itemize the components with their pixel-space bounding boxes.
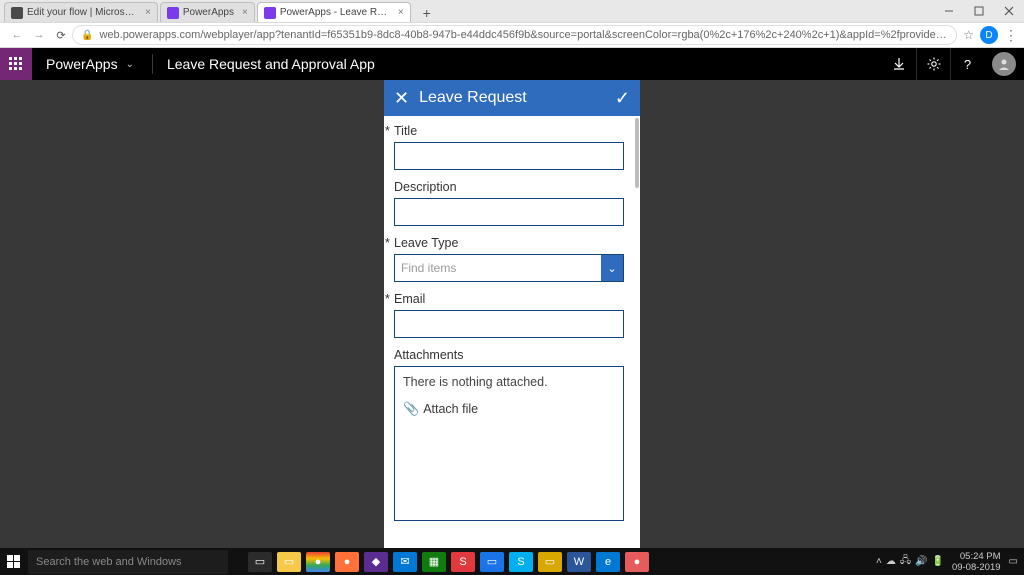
forward-button[interactable]: →	[28, 24, 50, 46]
paperclip-icon: 📎	[403, 401, 419, 417]
maximize-button[interactable]	[964, 0, 994, 22]
tray-network-icon[interactable]: 🖧	[900, 553, 911, 570]
edge-icon[interactable]: e	[596, 552, 620, 572]
tray-battery-icon[interactable]: 🔋	[931, 556, 943, 567]
taskbar-search-placeholder: Search the web and Windows	[36, 556, 182, 568]
flow-favicon	[11, 7, 23, 19]
snagit-icon[interactable]: S	[451, 552, 475, 572]
app-icon[interactable]: ●	[625, 552, 649, 572]
browser-tab-strip: Edit your flow | Microsoft Flow × PowerA…	[0, 0, 1024, 22]
profile-avatar[interactable]: D	[980, 26, 998, 44]
app-canvas: ✕ Leave Request ✓ * Title Description	[0, 80, 1024, 548]
lock-icon: 🔒	[81, 30, 93, 41]
taskbar-apps: ▭ ▭ ● ● ◆ ✉ ▦ S ▭ S ▭ W e ●	[248, 552, 649, 572]
description-label: Description	[394, 180, 624, 194]
firefox-icon[interactable]: ●	[335, 552, 359, 572]
powerapps-brand[interactable]: PowerApps ⌄	[32, 56, 146, 72]
chrome-icon[interactable]: ●	[306, 552, 330, 572]
reload-button[interactable]: ⟳	[50, 24, 72, 46]
app-launcher-icon[interactable]	[0, 48, 32, 80]
title-label: * Title	[394, 124, 624, 138]
email-input[interactable]	[394, 310, 624, 338]
browser-tab[interactable]: Edit your flow | Microsoft Flow ×	[4, 2, 158, 22]
avatar-letter: D	[985, 30, 992, 41]
visual-studio-icon[interactable]: ◆	[364, 552, 388, 572]
tab-title: PowerApps - Leave Request and	[280, 7, 390, 18]
close-tab-icon[interactable]: ×	[145, 7, 151, 18]
close-tab-icon[interactable]: ×	[398, 7, 404, 18]
required-star: *	[385, 292, 390, 306]
leave-type-search[interactable]	[395, 255, 601, 281]
tray-caret-icon[interactable]: ˄	[876, 556, 882, 567]
sticky-notes-icon[interactable]: ▭	[538, 552, 562, 572]
taskbar-clock[interactable]: 05:24 PM 09-08-2019	[948, 551, 1005, 573]
brand-label: PowerApps	[46, 56, 118, 72]
rdp-icon[interactable]: ▭	[480, 552, 504, 572]
required-star: *	[385, 236, 390, 250]
app-name: Leave Request and Approval App	[159, 56, 375, 72]
close-window-button[interactable]	[994, 0, 1024, 22]
description-input[interactable]	[394, 198, 624, 226]
powerapps-header: PowerApps ⌄ Leave Request and Approval A…	[0, 48, 1024, 80]
url-text: web.powerapps.com/webplayer/app?tenantId…	[99, 29, 948, 41]
chevron-down-icon[interactable]: ⌄	[601, 255, 623, 281]
scrollbar[interactable]	[635, 118, 639, 188]
attachments-empty-text: There is nothing attached.	[403, 375, 615, 389]
outlook-icon[interactable]: ✉	[393, 552, 417, 572]
tab-title: Edit your flow | Microsoft Flow	[27, 7, 137, 18]
form-header: ✕ Leave Request ✓	[384, 80, 640, 116]
tray-volume-icon[interactable]: 🔊	[915, 556, 927, 567]
new-tab-button[interactable]: +	[417, 4, 437, 22]
attach-file-row[interactable]: 📎 Attach file	[403, 401, 615, 417]
bookmark-icon[interactable]: ☆	[963, 28, 974, 42]
taskbar-search[interactable]: Search the web and Windows	[28, 550, 228, 574]
clock-date: 09-08-2019	[952, 562, 1001, 573]
title-input[interactable]	[394, 142, 624, 170]
user-persona-icon[interactable]	[992, 52, 1016, 76]
download-icon[interactable]	[882, 48, 916, 80]
excel-icon[interactable]: ▦	[422, 552, 446, 572]
leave-type-label: * Leave Type	[394, 236, 624, 250]
start-button[interactable]	[0, 548, 28, 575]
tray-onedrive-icon[interactable]: ☁	[886, 556, 896, 567]
browser-tab[interactable]: PowerApps ×	[160, 2, 255, 22]
required-star: *	[385, 124, 390, 138]
leave-type-combo[interactable]: ⌄	[394, 254, 624, 282]
close-form-icon[interactable]: ✕	[394, 88, 409, 109]
attach-file-label: Attach file	[423, 402, 478, 416]
attachments-label: Attachments	[394, 348, 624, 362]
submit-check-icon[interactable]: ✓	[615, 88, 630, 109]
powerapps-favicon	[264, 7, 276, 19]
gear-icon[interactable]	[916, 48, 950, 80]
divider	[152, 54, 153, 74]
email-label: * Email	[394, 292, 624, 306]
clock-time: 05:24 PM	[952, 551, 1001, 562]
file-explorer-icon[interactable]: ▭	[277, 552, 301, 572]
address-bar[interactable]: 🔒 web.powerapps.com/webplayer/app?tenant…	[72, 25, 957, 45]
form-title: Leave Request	[419, 89, 615, 107]
powerapps-favicon	[167, 7, 179, 19]
word-icon[interactable]: W	[567, 552, 591, 572]
windows-taskbar: Search the web and Windows ▭ ▭ ● ● ◆ ✉ ▦…	[0, 548, 1024, 575]
back-button[interactable]: ←	[6, 24, 28, 46]
tab-title: PowerApps	[183, 7, 234, 18]
browser-toolbar: ← → ⟳ 🔒 web.powerapps.com/webplayer/app?…	[0, 22, 1024, 48]
browser-menu-icon[interactable]: ⋮	[1004, 27, 1018, 44]
close-tab-icon[interactable]: ×	[242, 7, 248, 18]
skype-icon[interactable]: S	[509, 552, 533, 572]
system-tray: ˄ ☁ 🖧 🔊 🔋 05:24 PM 09-08-2019 ▭	[876, 551, 1024, 573]
minimize-button[interactable]	[934, 0, 964, 22]
attachments-box[interactable]: There is nothing attached. 📎 Attach file	[394, 366, 624, 521]
browser-tab-active[interactable]: PowerApps - Leave Request and ×	[257, 2, 411, 22]
help-icon[interactable]: ?	[950, 48, 984, 80]
form-body: * Title Description * Leave Type	[384, 116, 640, 548]
action-center-icon[interactable]: ▭	[1009, 556, 1018, 567]
chevron-down-icon: ⌄	[126, 59, 134, 70]
window-controls	[934, 0, 1024, 22]
task-view-icon[interactable]: ▭	[248, 552, 272, 572]
phone-frame: ✕ Leave Request ✓ * Title Description	[384, 80, 640, 548]
